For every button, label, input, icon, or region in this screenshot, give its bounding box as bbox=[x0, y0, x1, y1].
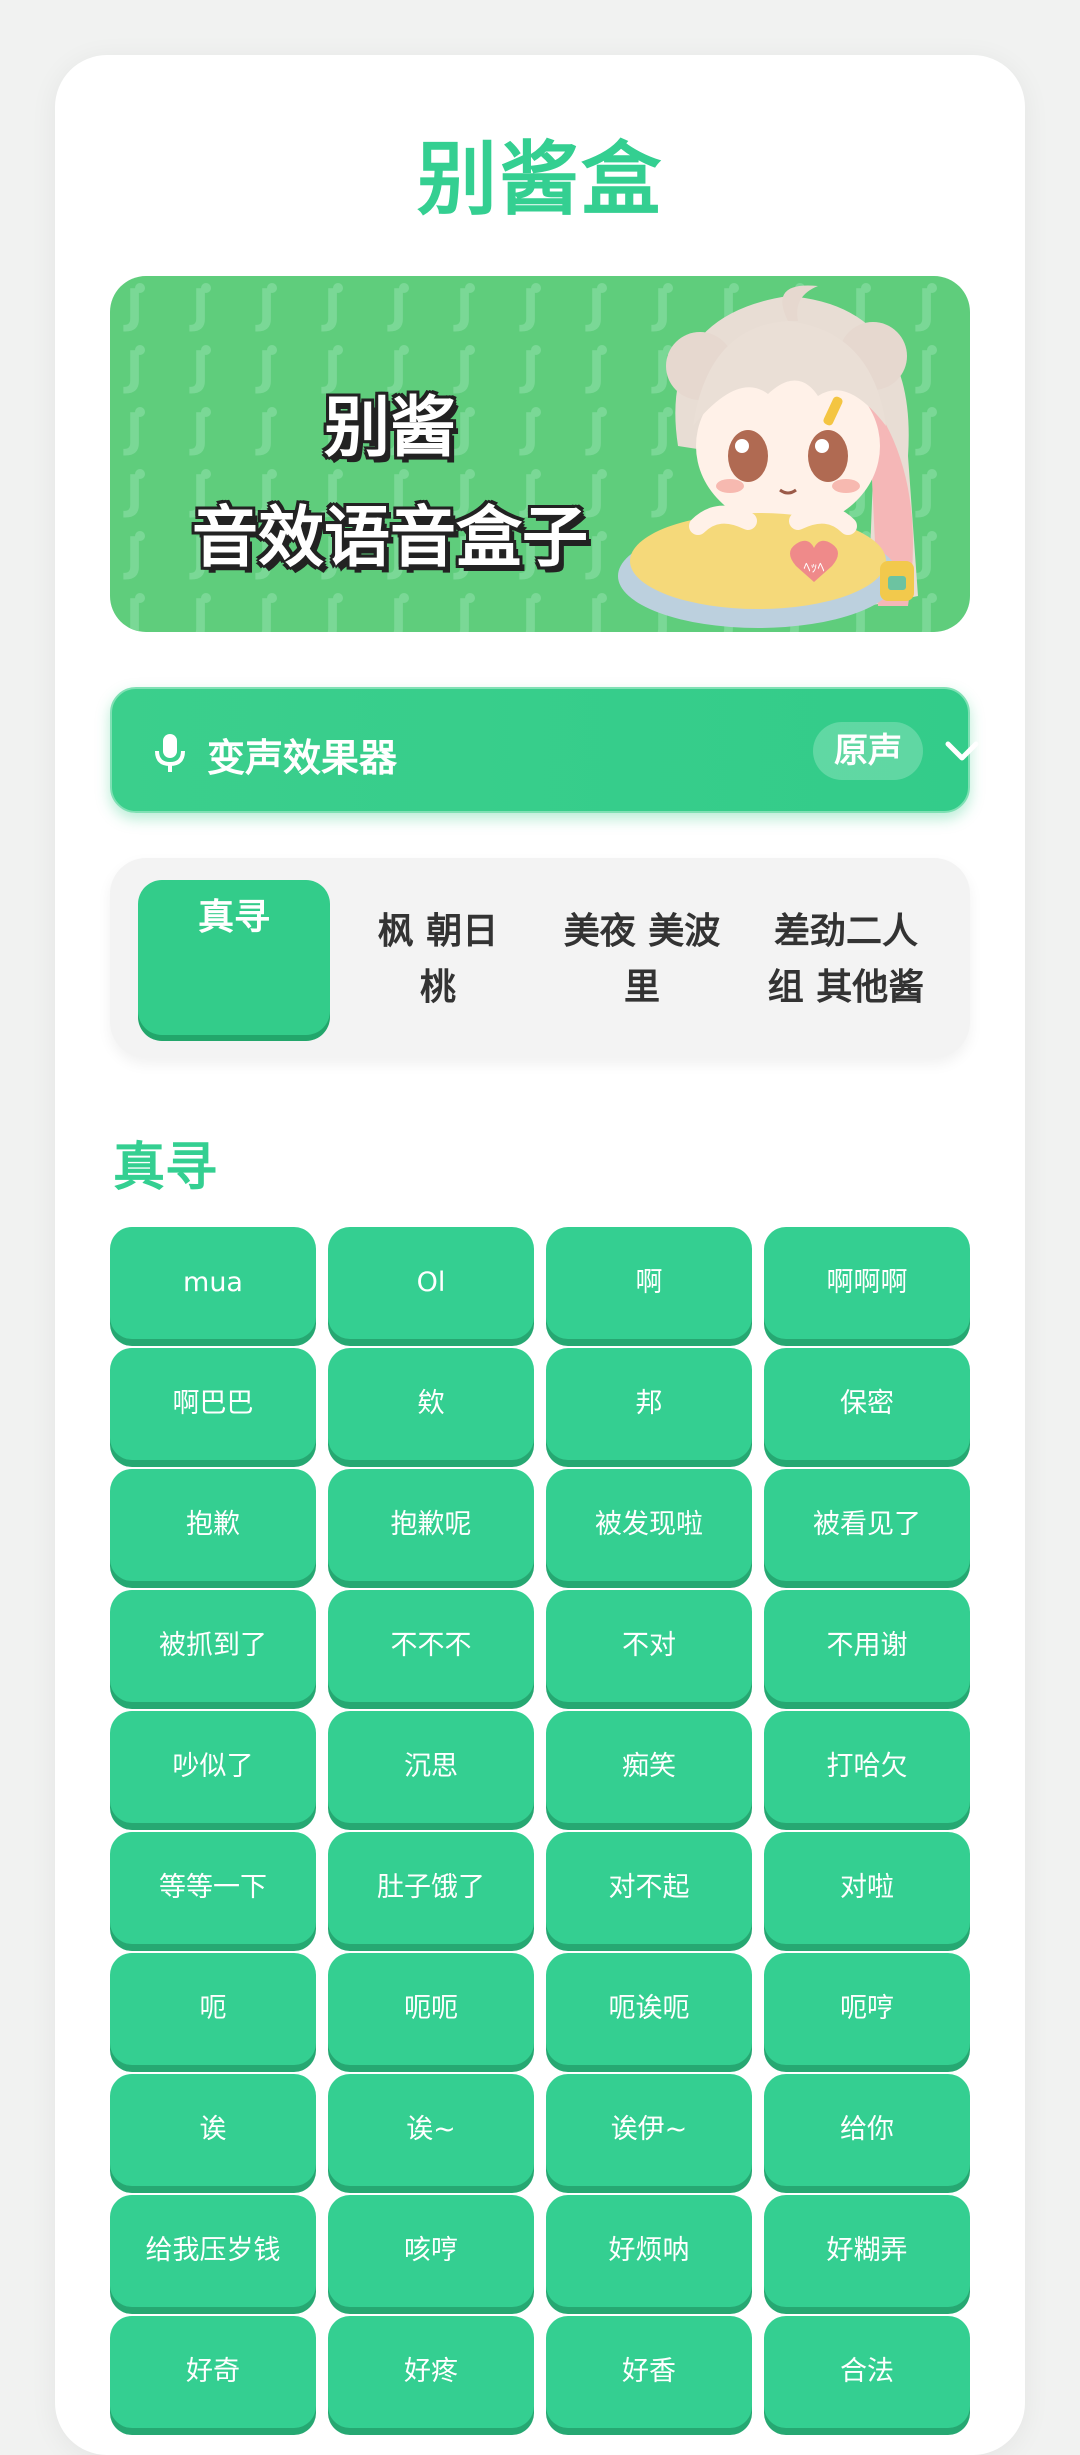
sound-button[interactable]: 诶~ bbox=[328, 2074, 534, 2186]
sound-button[interactable]: 对不起 bbox=[546, 1832, 752, 1944]
sound-button[interactable]: 好疼 bbox=[328, 2316, 534, 2428]
sound-button[interactable]: 啊巴巴 bbox=[110, 1348, 316, 1460]
sound-button[interactable]: 抱歉呢 bbox=[328, 1469, 534, 1581]
sound-button[interactable]: 欸 bbox=[328, 1348, 534, 1460]
sound-button[interactable]: 啊 bbox=[546, 1227, 752, 1339]
sound-button[interactable]: 打哈欠 bbox=[764, 1711, 970, 1823]
tab-kaede-asahi[interactable]: 枫 朝日 桃 bbox=[342, 880, 534, 1035]
sound-button[interactable]: 啊啊啊 bbox=[764, 1227, 970, 1339]
sound-button[interactable]: 不用谢 bbox=[764, 1590, 970, 1702]
sound-button[interactable]: 好奇 bbox=[110, 2316, 316, 2428]
sound-button[interactable]: 邦 bbox=[546, 1348, 752, 1460]
sound-button[interactable]: 给你 bbox=[764, 2074, 970, 2186]
sound-button[interactable]: 等等一下 bbox=[110, 1832, 316, 1944]
sound-button[interactable]: 被发现啦 bbox=[546, 1469, 752, 1581]
tab-zhenxun[interactable]: 真寻 bbox=[138, 880, 330, 1035]
sound-button[interactable]: 好烦呐 bbox=[546, 2195, 752, 2307]
sound-button[interactable]: 呃哼 bbox=[764, 1953, 970, 2065]
section-title: 真寻 bbox=[113, 1138, 218, 1198]
banner: J 别酱 音效语音盒子 bbox=[110, 276, 970, 632]
sound-button[interactable]: 诶 bbox=[110, 2074, 316, 2186]
sound-button[interactable]: 不对 bbox=[546, 1590, 752, 1702]
sound-button[interactable]: 给我压岁钱 bbox=[110, 2195, 316, 2307]
tab-duo-others[interactable]: 差劲二人 组 其他酱 bbox=[750, 880, 942, 1035]
sound-button[interactable]: 被看见了 bbox=[764, 1469, 970, 1581]
sound-button[interactable]: 被抓到了 bbox=[110, 1590, 316, 1702]
sound-button[interactable]: 诶伊~ bbox=[546, 2074, 752, 2186]
sound-button[interactable]: 合法 bbox=[764, 2316, 970, 2428]
sound-button[interactable]: 肚子饿了 bbox=[328, 1832, 534, 1944]
sound-button[interactable]: 不不不 bbox=[328, 1590, 534, 1702]
sound-button[interactable]: 好香 bbox=[546, 2316, 752, 2428]
sound-button[interactable]: 沉思 bbox=[328, 1711, 534, 1823]
banner-subtitle: 音效语音盒子 bbox=[192, 499, 588, 576]
main-card: 别酱盒 J 别酱 音效语音盒子 bbox=[55, 55, 1025, 2455]
mascot-badge-text: ﾍｯﾍ bbox=[804, 560, 825, 576]
sound-button[interactable]: Ol bbox=[328, 1227, 534, 1339]
sound-button[interactable]: 呃呃 bbox=[328, 1953, 534, 2065]
sound-button[interactable]: 保密 bbox=[764, 1348, 970, 1460]
voice-changer-value[interactable]: 原声 bbox=[813, 722, 923, 780]
sound-button[interactable]: 对啦 bbox=[764, 1832, 970, 1944]
sound-button[interactable]: mua bbox=[110, 1227, 316, 1339]
mic-icon bbox=[155, 734, 185, 772]
character-tabs: 真寻 枫 朝日 桃 美夜 美波 里 差劲二人 组 其他酱 bbox=[110, 858, 970, 1058]
sound-button[interactable]: 呃 bbox=[110, 1953, 316, 2065]
sound-button[interactable]: 好糊弄 bbox=[764, 2195, 970, 2307]
sound-button[interactable]: 抱歉 bbox=[110, 1469, 316, 1581]
chevron-down-icon[interactable] bbox=[944, 734, 980, 770]
tab-miya-mihari[interactable]: 美夜 美波 里 bbox=[546, 880, 738, 1035]
banner-title: 别酱 bbox=[324, 389, 456, 466]
mascot-illustration: ﾍｯﾍ bbox=[618, 285, 918, 628]
sound-button-grid: mua Ol 啊 啊啊啊 啊巴巴 欸 邦 保密 抱歉 抱歉呢 被发现啦 被看见了… bbox=[110, 1227, 970, 2428]
sound-button[interactable]: 痴笑 bbox=[546, 1711, 752, 1823]
voice-changer-label: 变声效果器 bbox=[207, 736, 398, 780]
sound-button[interactable]: 咳哼 bbox=[328, 2195, 534, 2307]
app-title: 别酱盒 bbox=[417, 133, 663, 226]
sound-button[interactable]: 呃诶呃 bbox=[546, 1953, 752, 2065]
voice-changer-dropdown[interactable]: 变声效果器 原声 bbox=[110, 687, 979, 813]
sound-button[interactable]: 吵似了 bbox=[110, 1711, 316, 1823]
